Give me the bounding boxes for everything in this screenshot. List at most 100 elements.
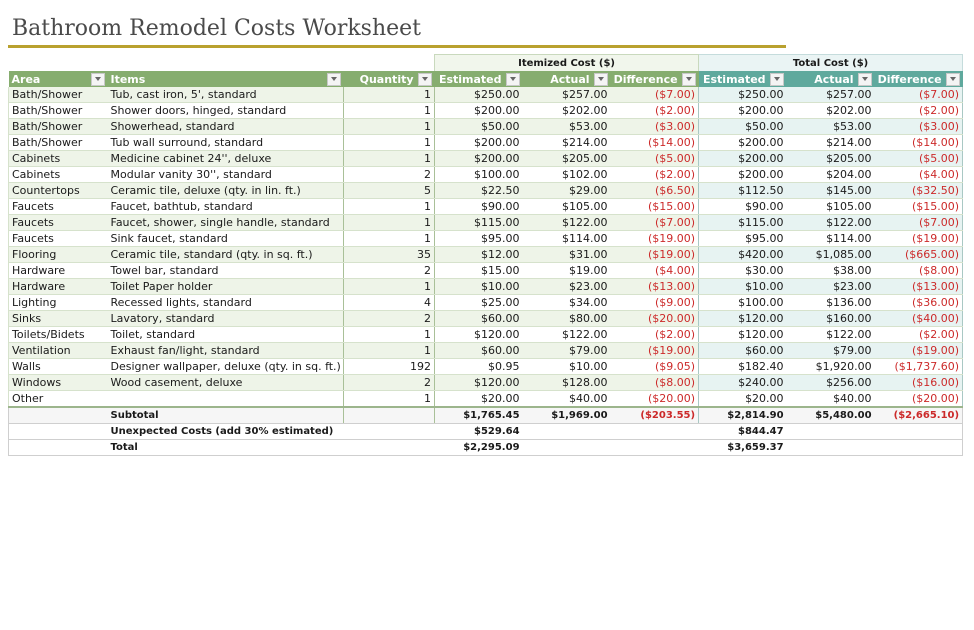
subtotal-quantity[interactable] (342, 406, 436, 424)
cell-quantity[interactable]: 1 (342, 326, 436, 343)
cell-itemized-difference[interactable]: ($20.00) (610, 390, 699, 408)
unexpected-costs-itemized-estimated[interactable]: $529.64 (434, 423, 523, 440)
cell-total-difference[interactable]: ($40.00) (874, 310, 964, 327)
cell-total-estimated[interactable]: $200.00 (698, 102, 787, 119)
cell-total-actual[interactable]: $1,920.00 (786, 358, 875, 375)
cell-itemized-difference[interactable]: ($3.00) (610, 118, 699, 135)
cell-itemized-estimated[interactable]: $90.00 (434, 198, 523, 215)
unexpected-costs-total-estimated[interactable]: $844.47 (698, 423, 787, 440)
grand-total-label[interactable]: Total (107, 439, 435, 456)
cell-item[interactable]: Exhaust fan/light, standard (107, 342, 344, 359)
cell-total-actual[interactable]: $122.00 (786, 326, 875, 343)
cell-quantity[interactable]: 4 (342, 294, 436, 311)
cell-itemized-difference[interactable]: ($4.00) (610, 262, 699, 279)
cell-itemized-actual[interactable]: $102.00 (522, 166, 611, 183)
cell-itemized-difference[interactable]: ($8.00) (610, 374, 699, 391)
cell-itemized-actual[interactable]: $10.00 (522, 358, 611, 375)
cell-item[interactable]: Faucet, shower, single handle, standard (107, 214, 344, 231)
cell-itemized-actual[interactable]: $40.00 (522, 390, 611, 408)
cell-itemized-actual[interactable]: $34.00 (522, 294, 611, 311)
subtotal-total-actual[interactable]: $5,480.00 (786, 406, 875, 424)
cell-quantity[interactable]: 1 (342, 198, 436, 215)
cell-total-actual[interactable]: $160.00 (786, 310, 875, 327)
cell-itemized-actual[interactable]: $257.00 (522, 87, 611, 103)
cell-area[interactable]: Other (8, 390, 108, 408)
cell-itemized-difference[interactable]: ($19.00) (610, 246, 699, 263)
cell-total-estimated[interactable]: $20.00 (698, 390, 787, 408)
cell-itemized-estimated[interactable]: $60.00 (434, 342, 523, 359)
grand-total-blank-2[interactable] (522, 439, 611, 456)
cell-total-estimated[interactable]: $240.00 (698, 374, 787, 391)
cell-area[interactable]: Flooring (8, 246, 108, 263)
unexpected-costs-label[interactable]: Unexpected Costs (add 30% estimated) (107, 423, 435, 440)
cell-item[interactable]: Shower doors, hinged, standard (107, 102, 344, 119)
cell-total-estimated[interactable]: $200.00 (698, 150, 787, 167)
cell-itemized-difference[interactable]: ($13.00) (610, 278, 699, 295)
cell-total-difference[interactable]: ($32.50) (874, 182, 964, 199)
cell-itemized-difference[interactable]: ($7.00) (610, 87, 699, 103)
cell-item[interactable]: Showerhead, standard (107, 118, 344, 135)
cell-quantity[interactable]: 1 (342, 134, 436, 151)
cell-item[interactable]: Lavatory, standard (107, 310, 344, 327)
cell-item[interactable]: Towel bar, standard (107, 262, 344, 279)
cell-total-actual[interactable]: $40.00 (786, 390, 875, 408)
cell-itemized-actual[interactable]: $202.00 (522, 102, 611, 119)
cell-itemized-difference[interactable]: ($6.50) (610, 182, 699, 199)
cell-total-difference[interactable]: ($19.00) (874, 342, 964, 359)
cell-itemized-actual[interactable]: $128.00 (522, 374, 611, 391)
cell-total-actual[interactable]: $256.00 (786, 374, 875, 391)
cell-total-estimated[interactable]: $182.40 (698, 358, 787, 375)
cell-item[interactable]: Medicine cabinet 24'', deluxe (107, 150, 344, 167)
cell-itemized-difference[interactable]: ($9.05) (610, 358, 699, 375)
cell-itemized-estimated[interactable]: $200.00 (434, 150, 523, 167)
cell-total-estimated[interactable]: $90.00 (698, 198, 787, 215)
cell-total-difference[interactable]: ($13.00) (874, 278, 964, 295)
cell-itemized-actual[interactable]: $105.00 (522, 198, 611, 215)
unexpected-costs-blank[interactable] (8, 423, 108, 440)
cell-item[interactable]: Toilet, standard (107, 326, 344, 343)
cell-total-actual[interactable]: $205.00 (786, 150, 875, 167)
cell-itemized-difference[interactable]: ($14.00) (610, 134, 699, 151)
cell-total-actual[interactable]: $257.00 (786, 87, 875, 103)
cell-total-difference[interactable]: ($3.00) (874, 118, 964, 135)
cell-itemized-estimated[interactable]: $200.00 (434, 134, 523, 151)
cell-total-actual[interactable]: $38.00 (786, 262, 875, 279)
cell-total-difference[interactable]: ($5.00) (874, 150, 964, 167)
filter-dropdown-icon[interactable] (593, 72, 608, 86)
cell-quantity[interactable]: 2 (342, 374, 436, 391)
cell-area[interactable]: Ventilation (8, 342, 108, 359)
grand-total-itemized-estimated[interactable]: $2,295.09 (434, 439, 523, 456)
cell-quantity[interactable]: 2 (342, 310, 436, 327)
cell-total-difference[interactable]: ($665.00) (874, 246, 964, 263)
filter-dropdown-icon[interactable] (769, 72, 784, 86)
cell-total-actual[interactable]: $136.00 (786, 294, 875, 311)
filter-dropdown-icon[interactable] (681, 72, 696, 86)
cell-quantity[interactable]: 1 (342, 118, 436, 135)
cell-item[interactable]: Faucet, bathtub, standard (107, 198, 344, 215)
cell-item[interactable]: Tub wall surround, standard (107, 134, 344, 151)
cell-area[interactable]: Cabinets (8, 166, 108, 183)
cell-itemized-estimated[interactable]: $50.00 (434, 118, 523, 135)
cell-quantity[interactable]: 5 (342, 182, 436, 199)
cell-total-difference[interactable]: ($19.00) (874, 230, 964, 247)
cell-total-estimated[interactable]: $115.00 (698, 214, 787, 231)
cell-quantity[interactable]: 2 (342, 166, 436, 183)
cell-itemized-difference[interactable]: ($15.00) (610, 198, 699, 215)
cell-itemized-actual[interactable]: $31.00 (522, 246, 611, 263)
cell-itemized-estimated[interactable]: $115.00 (434, 214, 523, 231)
cell-total-estimated[interactable]: $30.00 (698, 262, 787, 279)
cell-itemized-estimated[interactable]: $100.00 (434, 166, 523, 183)
subtotal-blank[interactable] (8, 406, 108, 424)
grand-total-total-estimated[interactable]: $3,659.37 (698, 439, 787, 456)
cell-itemized-actual[interactable]: $80.00 (522, 310, 611, 327)
filter-dropdown-icon[interactable] (417, 72, 432, 86)
cell-total-actual[interactable]: $53.00 (786, 118, 875, 135)
cell-quantity[interactable]: 1 (342, 214, 436, 231)
cell-area[interactable]: Faucets (8, 230, 108, 247)
cell-area[interactable]: Faucets (8, 214, 108, 231)
cell-itemized-difference[interactable]: ($9.00) (610, 294, 699, 311)
grand-total-blank-4[interactable] (786, 439, 875, 456)
cell-itemized-actual[interactable]: $122.00 (522, 214, 611, 231)
cell-total-estimated[interactable]: $10.00 (698, 278, 787, 295)
cell-itemized-difference[interactable]: ($2.00) (610, 166, 699, 183)
